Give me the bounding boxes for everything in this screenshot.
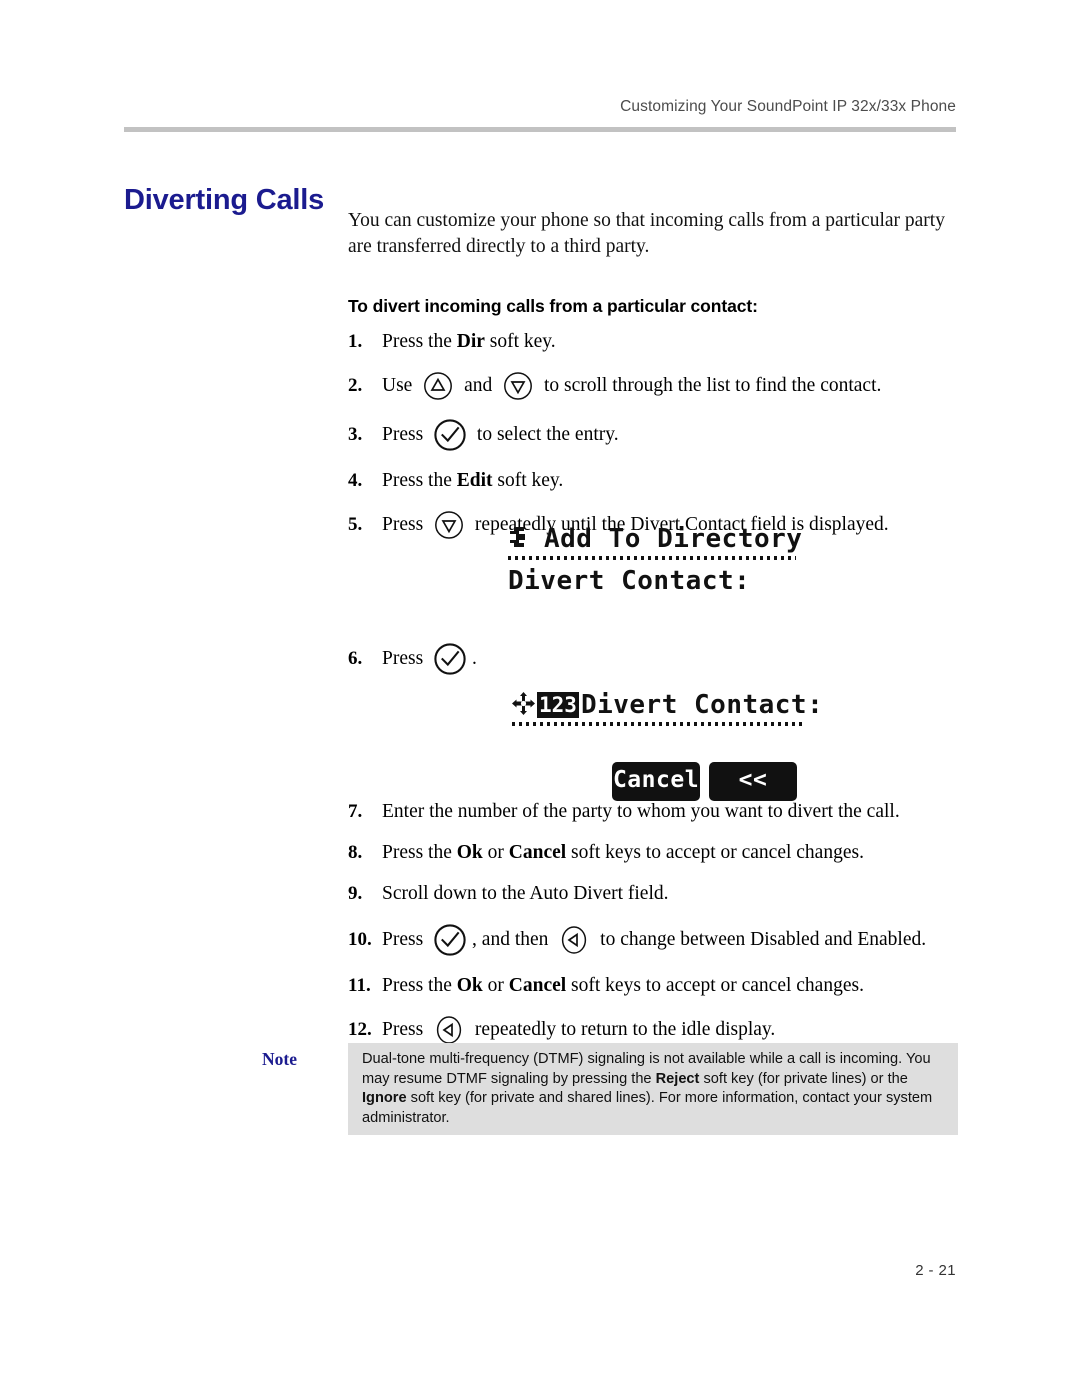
- step-text: Press: [382, 648, 429, 669]
- step-text: or: [482, 842, 509, 863]
- step-text: Press: [382, 424, 429, 445]
- checkmark-key-icon[interactable]: [433, 923, 467, 957]
- lcd-screenshot-add-to-directory: Add To Directory Divert Contact:: [508, 524, 808, 596]
- step-number: 1.: [348, 331, 363, 352]
- step-number: 5.: [348, 514, 363, 535]
- step-text: .: [472, 648, 477, 669]
- numeric-mode-badge: 123: [537, 692, 579, 718]
- step-number: 11.: [348, 975, 371, 996]
- lcd2-divider: [512, 722, 804, 726]
- page-title: Diverting Calls: [124, 184, 325, 217]
- step-number: 2.: [348, 375, 363, 396]
- page-number: 2 - 21: [915, 1262, 956, 1279]
- procedure-step: 1. Press the Dir soft key.: [348, 330, 968, 354]
- lcd2-title: Divert Contact:: [580, 690, 824, 720]
- procedure-step: 2. Use and to scroll through the list to …: [348, 371, 968, 401]
- step-text-emphasis: Dir: [456, 331, 485, 352]
- running-head: Customizing Your SoundPoint IP 32x/33x P…: [620, 98, 956, 115]
- lcd1-divider: [508, 556, 796, 560]
- step-text: or: [482, 975, 509, 996]
- procedure-step: 8. Press the Ok or Cancel soft keys to ac…: [348, 841, 968, 865]
- procedure-step: 4. Press the Edit soft key.: [348, 469, 968, 493]
- arrow-left-key-icon[interactable]: [434, 1015, 464, 1045]
- procedure-step: 7. Enter the number of the party to whom …: [348, 800, 968, 824]
- arrow-down-key-icon[interactable]: [503, 371, 533, 401]
- note-text-emphasis-reject: Reject: [655, 1070, 700, 1087]
- procedure-step: 6. Press .: [348, 642, 968, 676]
- procedure-step: 3. Press to select the entry.: [348, 418, 968, 452]
- procedure-step: 12. Press repeatedly to return to the idl…: [348, 1015, 968, 1045]
- procedure-steps-part1: 1. Press the Dir soft key. 2. Use and to sc…: [348, 330, 968, 557]
- step-text: Press: [382, 1019, 429, 1040]
- step-number: 9.: [348, 883, 363, 904]
- step-text: , and then: [472, 929, 554, 950]
- step-text: to select the entry.: [472, 424, 619, 445]
- step-number: 4.: [348, 470, 363, 491]
- step-text: Press: [382, 514, 429, 535]
- step-text: to change between Disabled and Enabled.: [595, 929, 927, 950]
- step-number: 6.: [348, 648, 363, 669]
- step-text: soft key.: [484, 331, 556, 352]
- lcd1-title-row: Add To Directory: [508, 524, 808, 554]
- note-box: Dual-tone multi-frequency (DTMF) signali…: [348, 1043, 958, 1135]
- step-text: Press the: [382, 470, 457, 491]
- arrow-left-key-icon[interactable]: [559, 925, 589, 955]
- step-text: and: [459, 375, 498, 396]
- step-number: 8.: [348, 842, 363, 863]
- lcd1-title: Add To Directory: [544, 524, 803, 554]
- step-text: Press the: [382, 842, 457, 863]
- lcd1-field-label: Divert Contact:: [508, 566, 751, 596]
- procedure-step: 11. Press the Ok or Cancel soft keys to a…: [348, 974, 968, 998]
- arrow-down-key-icon[interactable]: [434, 510, 464, 540]
- step-text: Press: [382, 929, 429, 950]
- step-text: Press the: [382, 331, 457, 352]
- procedure-steps-part2: 6. Press .: [348, 642, 968, 693]
- step-number: 10.: [348, 929, 372, 950]
- lcd2-title-row: 123 Divert Contact:: [512, 690, 823, 720]
- arrow-up-key-icon[interactable]: [423, 371, 453, 401]
- step-text: soft keys to accept or cancel changes.: [566, 975, 864, 996]
- note-label: Note: [262, 1049, 297, 1069]
- checkmark-key-icon[interactable]: [433, 418, 467, 452]
- step-text-emphasis: Ok: [456, 975, 483, 996]
- step-text: soft keys to accept or cancel changes.: [566, 842, 864, 863]
- step-number: 3.: [348, 424, 363, 445]
- softkey-backspace[interactable]: <<: [709, 762, 797, 801]
- step-number: 12.: [348, 1019, 372, 1040]
- step-text-emphasis: Edit: [456, 470, 493, 491]
- step-text-emphasis: Cancel: [508, 975, 567, 996]
- procedure-step: 9. Scroll down to the Auto Divert field.: [348, 882, 968, 906]
- note-text-segment: soft key (for private lines) or the: [699, 1070, 908, 1087]
- note-text-emphasis-ignore: Ignore: [362, 1090, 407, 1107]
- step-text: Scroll down to the Auto Divert field.: [382, 883, 669, 904]
- navigation-cross-icon: [512, 691, 535, 719]
- step-text: to scroll through the list to find the c…: [539, 375, 882, 396]
- content-column: You can customize your phone so that inc…: [348, 208, 968, 316]
- step-text: repeatedly to return to the idle display…: [470, 1019, 776, 1040]
- step-text: soft key.: [492, 470, 564, 491]
- checkmark-key-icon[interactable]: [433, 642, 467, 676]
- procedure-steps-part3: 7. Enter the number of the party to whom …: [348, 800, 968, 1062]
- note-block: Note Dual-tone multi-frequency (DTMF) si…: [258, 1043, 958, 1135]
- step-text-emphasis: Cancel: [508, 842, 567, 863]
- intro-paragraph: You can customize your phone so that inc…: [348, 210, 945, 257]
- page-header: Customizing Your SoundPoint IP 32x/33x P…: [0, 98, 1080, 144]
- step-number: 7.: [348, 801, 363, 822]
- softkey-cancel[interactable]: Cancel: [612, 762, 700, 801]
- note-text: Dual-tone multi-frequency (DTMF) signali…: [362, 1050, 944, 1128]
- note-text-segment: soft key (for private and shared lines).…: [362, 1090, 933, 1126]
- step-text: Enter the number of the party to whom yo…: [382, 801, 900, 822]
- phone-handset-icon: [508, 525, 530, 553]
- header-divider: [124, 127, 956, 132]
- procedure-heading: To divert incoming calls from a particul…: [348, 296, 758, 316]
- lcd-screenshot-divert-contact: 123 Divert Contact: Cancel <<: [512, 690, 823, 801]
- procedure-step: 10. Press , and then to change between Di…: [348, 923, 968, 957]
- step-text-emphasis: Ok: [456, 842, 483, 863]
- step-text: Use: [382, 375, 418, 396]
- lcd2-softkey-bar: Cancel <<: [612, 762, 812, 801]
- step-text: Press the: [382, 975, 457, 996]
